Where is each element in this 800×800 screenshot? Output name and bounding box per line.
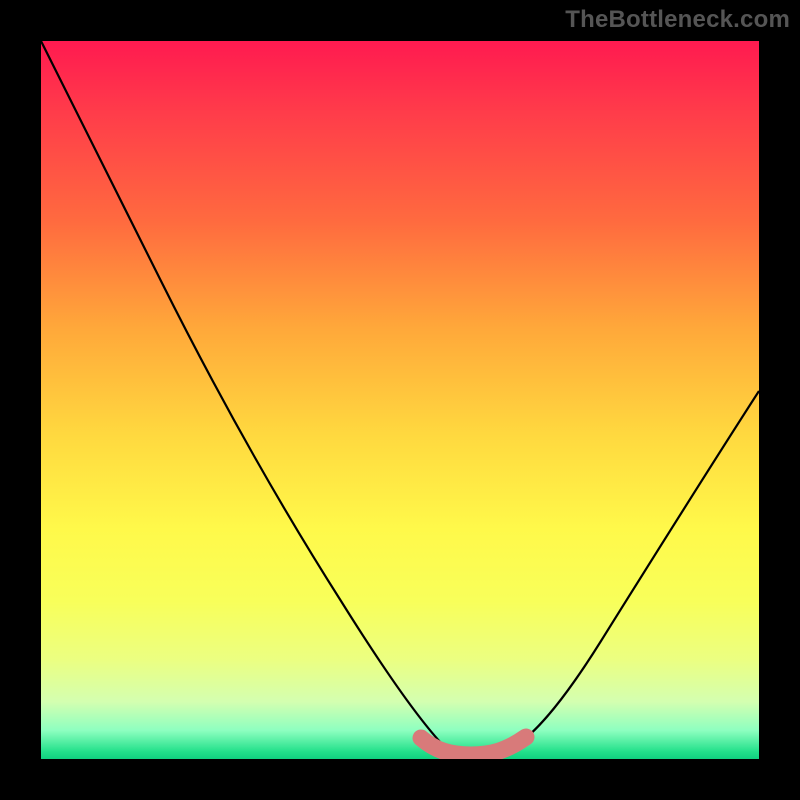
plot-area xyxy=(41,41,759,759)
watermark-text: TheBottleneck.com xyxy=(565,6,790,34)
chart-frame: TheBottleneck.com xyxy=(0,0,800,800)
curve-layer xyxy=(41,41,759,759)
bottleneck-curve xyxy=(41,41,759,754)
bottleneck-band xyxy=(421,737,526,755)
